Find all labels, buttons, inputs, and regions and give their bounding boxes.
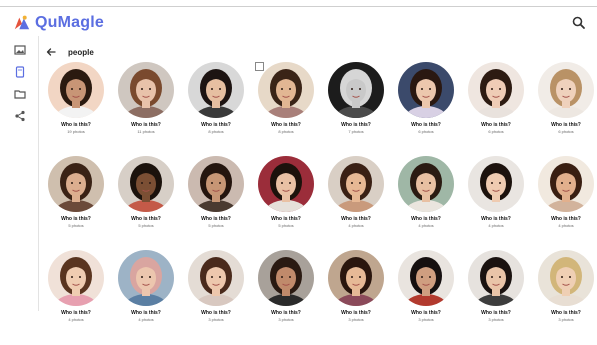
person-name-label[interactable]: Who is this? [115,122,177,129]
person-name-label[interactable]: Who is this? [255,122,317,129]
people-grid: Who is this? 19 photos Who is this? 11 phot… [0,0,597,345]
person-name-label[interactable]: Who is this? [535,216,597,223]
person-name-label[interactable]: Who is this? [465,122,527,129]
photo-count: 4 photos [138,317,154,322]
person-name-label[interactable]: Who is this? [465,216,527,223]
face-thumbnail [258,250,314,306]
person-tile[interactable]: Who is this? 8 photos [255,62,317,135]
face-thumbnail [48,156,104,212]
face-thumbnail [328,250,384,306]
person-name-label[interactable]: Who is this? [45,216,107,223]
face-thumbnail [538,250,594,306]
face-thumbnail [188,62,244,118]
person-tile[interactable]: Who is this? 19 photos [45,62,107,135]
photo-count: 8 photos [208,129,224,134]
photo-count: 4 photos [488,223,504,228]
photo-count: 11 photos [137,129,155,134]
person-tile[interactable]: Who is this? 6 photos [395,62,457,135]
face-thumbnail [398,250,454,306]
person-tile[interactable]: Who is this? 3 photos [535,250,597,323]
person-tile[interactable]: Who is this? 3 photos [465,250,527,323]
face-thumbnail [398,62,454,118]
photo-count: 19 photos [67,129,85,134]
person-tile[interactable]: Who is this? 7 photos [325,62,387,135]
person-tile[interactable]: Who is this? 6 photos [535,62,597,135]
person-name-label[interactable]: Who is this? [115,310,177,317]
person-tile[interactable]: Who is this? 5 photos [45,156,107,229]
person-name-label[interactable]: Who is this? [465,310,527,317]
person-tile[interactable]: Who is this? 11 photos [115,62,177,135]
face-thumbnail [468,62,524,118]
face-thumbnail [188,156,244,212]
person-tile[interactable]: Who is this? 5 photos [115,156,177,229]
photo-count: 3 photos [348,317,364,322]
person-tile[interactable]: Who is this? 6 photos [465,62,527,135]
person-name-label[interactable]: Who is this? [255,310,317,317]
face-thumbnail [538,62,594,118]
person-tile[interactable]: Who is this? 5 photos [255,156,317,229]
photo-count: 3 photos [418,317,434,322]
photo-count: 4 photos [418,223,434,228]
person-name-label[interactable]: Who is this? [185,310,247,317]
person-name-label[interactable]: Who is this? [45,122,107,129]
person-tile[interactable]: Who is this? 4 photos [395,156,457,229]
person-name-label[interactable]: Who is this? [395,310,457,317]
photo-count: 3 photos [558,317,574,322]
face-thumbnail [258,62,314,118]
photo-count: 8 photos [278,129,294,134]
face-thumbnail [118,250,174,306]
face-thumbnail [258,156,314,212]
person-tile[interactable]: Who is this? 4 photos [325,156,387,229]
photo-count: 3 photos [278,317,294,322]
photo-count: 4 photos [348,223,364,228]
photo-count: 4 photos [558,223,574,228]
person-tile[interactable]: Who is this? 3 photos [255,250,317,323]
face-thumbnail [48,250,104,306]
person-tile[interactable]: Who is this? 4 photos [115,250,177,323]
person-name-label[interactable]: Who is this? [255,216,317,223]
face-thumbnail [48,62,104,118]
person-name-label[interactable]: Who is this? [115,216,177,223]
person-name-label[interactable]: Who is this? [325,216,387,223]
person-tile[interactable]: Who is this? 3 photos [185,250,247,323]
person-name-label[interactable]: Who is this? [535,122,597,129]
person-tile[interactable]: Who is this? 4 photos [465,156,527,229]
person-name-label[interactable]: Who is this? [395,122,457,129]
face-thumbnail [118,156,174,212]
person-tile[interactable]: Who is this? 8 photos [185,62,247,135]
photo-count: 5 photos [278,223,294,228]
photo-count: 3 photos [488,317,504,322]
person-tile[interactable]: Who is this? 4 photos [535,156,597,229]
person-tile[interactable]: Who is this? 4 photos [45,250,107,323]
person-tile[interactable]: Who is this? 5 photos [185,156,247,229]
face-thumbnail [468,156,524,212]
select-checkbox[interactable] [255,62,264,71]
photo-count: 6 photos [558,129,574,134]
face-thumbnail [538,156,594,212]
photo-count: 4 photos [68,317,84,322]
person-name-label[interactable]: Who is this? [325,122,387,129]
person-tile[interactable]: Who is this? 3 photos [325,250,387,323]
person-tile[interactable]: Who is this? 3 photos [395,250,457,323]
photo-count: 7 photos [348,129,364,134]
photo-count: 5 photos [208,223,224,228]
person-name-label[interactable]: Who is this? [185,122,247,129]
photo-count: 5 photos [68,223,84,228]
person-name-label[interactable]: Who is this? [535,310,597,317]
photo-count: 3 photos [208,317,224,322]
photo-count: 5 photos [138,223,154,228]
face-thumbnail [328,62,384,118]
face-thumbnail [328,156,384,212]
photo-count: 6 photos [418,129,434,134]
photo-count: 6 photos [488,129,504,134]
face-thumbnail [188,250,244,306]
person-name-label[interactable]: Who is this? [45,310,107,317]
face-thumbnail [468,250,524,306]
person-name-label[interactable]: Who is this? [325,310,387,317]
person-name-label[interactable]: Who is this? [185,216,247,223]
person-name-label[interactable]: Who is this? [395,216,457,223]
face-thumbnail [118,62,174,118]
face-thumbnail [398,156,454,212]
